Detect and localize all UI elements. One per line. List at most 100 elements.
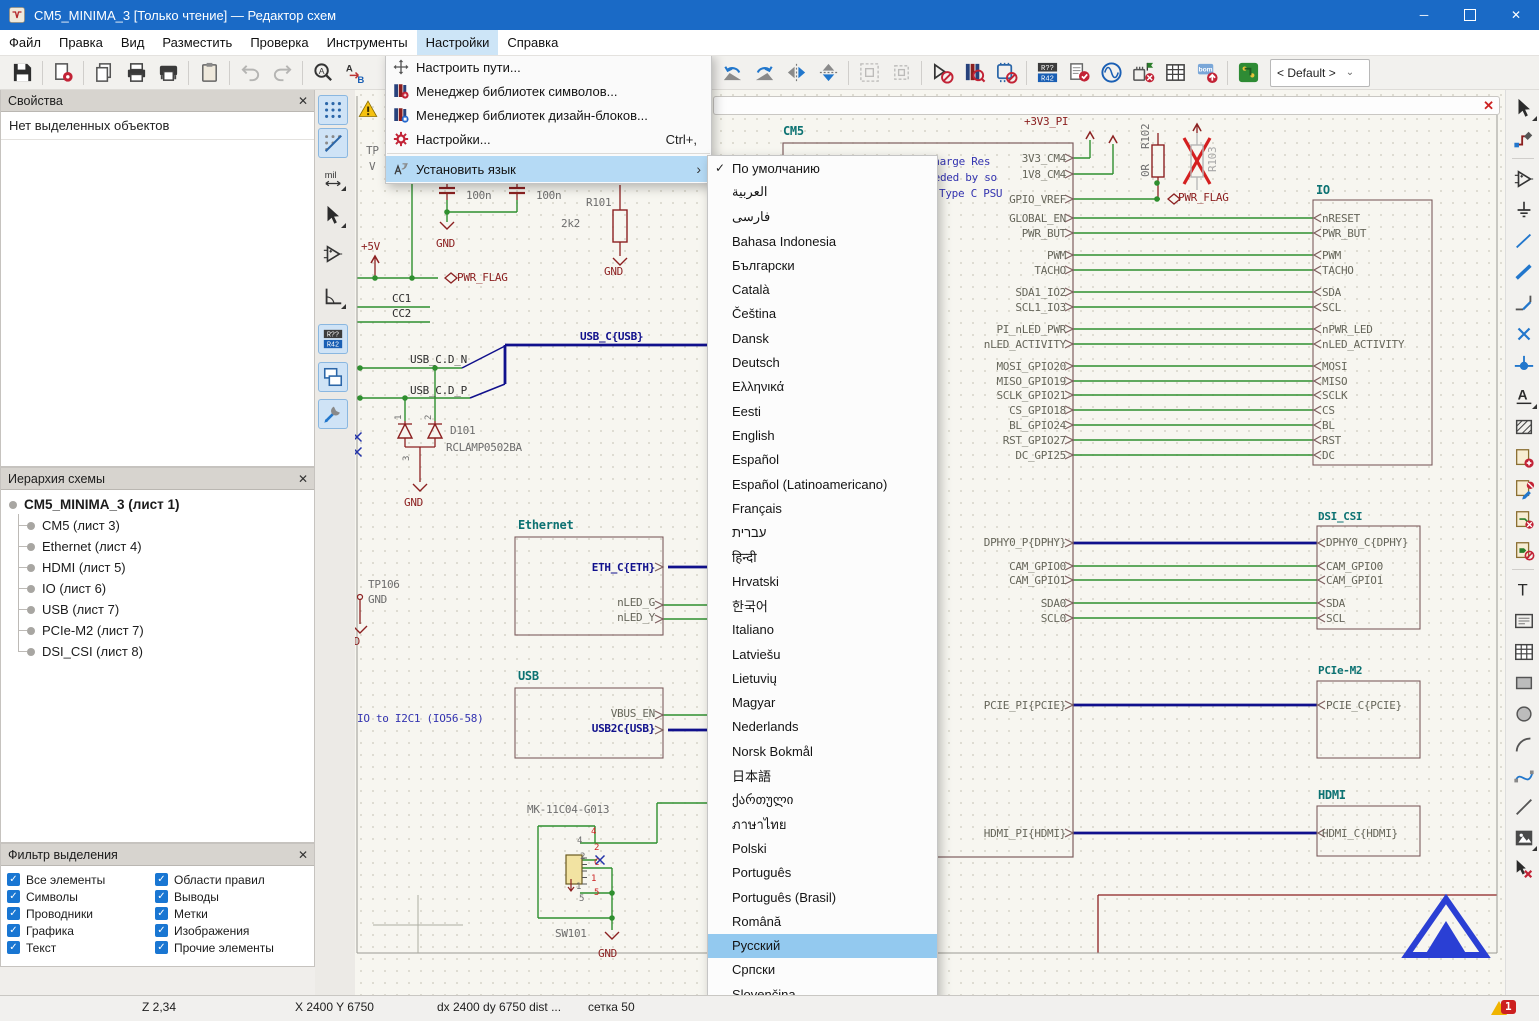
add-design-block-button[interactable]	[1509, 474, 1539, 504]
add-bus-button[interactable]	[1509, 257, 1539, 287]
checkbox[interactable]: ✓	[7, 907, 20, 920]
filter-option[interactable]: ✓Области правил	[155, 872, 314, 887]
add-textbox-button[interactable]	[1509, 606, 1539, 636]
delete-tool-button[interactable]	[1509, 854, 1539, 884]
language-option[interactable]: Dansk	[708, 326, 937, 350]
filter-option[interactable]: ✓Прочие элементы	[155, 940, 314, 955]
language-option[interactable]: Русский	[708, 934, 937, 958]
assign-footprints-button[interactable]	[1127, 58, 1159, 88]
mirror-vertical-button[interactable]	[812, 58, 844, 88]
language-option[interactable]: Português (Brasil)	[708, 885, 937, 909]
language-option[interactable]: Bahasa Indonesia	[708, 229, 937, 253]
paste-button[interactable]	[193, 58, 225, 88]
checkbox[interactable]: ✓	[7, 941, 20, 954]
filter-option[interactable]: ✓Текст	[7, 940, 155, 955]
language-option[interactable]: English	[708, 423, 937, 447]
add-rule-area-button[interactable]	[1509, 412, 1539, 442]
symbol-browser-button[interactable]	[958, 58, 990, 88]
highlight-net-button[interactable]	[1509, 125, 1539, 155]
copy-pages-button[interactable]	[88, 58, 120, 88]
filter-option[interactable]: ✓Все элементы	[7, 872, 155, 887]
undo-button[interactable]	[234, 58, 266, 88]
language-option[interactable]: Polski	[708, 836, 937, 860]
add-hierarchical-label-button[interactable]	[1509, 505, 1539, 535]
menu-item-preferences-dialog[interactable]: Настройки...Ctrl+,	[386, 127, 711, 151]
checkbox[interactable]: ✓	[155, 941, 168, 954]
add-bus-entry-button[interactable]	[1509, 288, 1539, 318]
language-option[interactable]: Norsk Bokmål	[708, 739, 937, 763]
add-power-port-button[interactable]	[1509, 195, 1539, 225]
save-button[interactable]	[6, 58, 38, 88]
design-block-editor-button[interactable]	[990, 58, 1022, 88]
units-mil-button[interactable]	[318, 163, 348, 193]
menu-file[interactable]: Файл	[0, 30, 50, 55]
rotate-ccw-button[interactable]	[716, 58, 748, 88]
language-option[interactable]: Español	[708, 448, 937, 472]
page-settings-button[interactable]	[47, 58, 79, 88]
language-option[interactable]: Lietuvių	[708, 666, 937, 690]
align-elements-button[interactable]	[853, 58, 885, 88]
draw-arc-button[interactable]	[1509, 730, 1539, 760]
open-pcb-editor-button[interactable]	[1232, 58, 1264, 88]
language-option[interactable]: Français	[708, 496, 937, 520]
filter-option[interactable]: ✓Выводы	[155, 889, 314, 904]
menu-preferences[interactable]: Настройки	[417, 30, 499, 55]
add-hierarchical-sheet-button[interactable]	[1509, 443, 1539, 473]
edit-symbol-fields-button[interactable]	[1159, 58, 1191, 88]
wire-mode-button[interactable]	[318, 281, 348, 311]
filter-option[interactable]: ✓Проводники	[7, 906, 155, 921]
language-option[interactable]: Română	[708, 909, 937, 933]
find-replace-button[interactable]	[339, 58, 371, 88]
draw-circle-button[interactable]	[1509, 699, 1539, 729]
menu-view[interactable]: Вид	[112, 30, 154, 55]
simulator-button[interactable]	[1095, 58, 1127, 88]
filter-option[interactable]: ✓Изображения	[155, 923, 314, 938]
draw-rectangle-button[interactable]	[1509, 668, 1539, 698]
mirror-horizontal-button[interactable]	[780, 58, 812, 88]
hierarchy-item[interactable]: HDMI (лист 5)	[1, 557, 314, 578]
language-option[interactable]: Català	[708, 277, 937, 301]
language-option[interactable]: Nederlands	[708, 715, 937, 739]
minimize-button[interactable]: ─	[1401, 0, 1447, 30]
checkbox[interactable]: ✓	[155, 890, 168, 903]
hierarchy-navigator-button[interactable]	[318, 362, 348, 392]
close-icon[interactable]: ✕	[292, 472, 314, 486]
filter-option[interactable]: ✓Метки	[155, 906, 314, 921]
draw-bezier-button[interactable]	[1509, 761, 1539, 791]
language-option[interactable]: فارسی	[708, 205, 937, 229]
language-option[interactable]: Italiano	[708, 618, 937, 642]
language-option[interactable]: Português	[708, 861, 937, 885]
add-wire-button[interactable]	[1509, 226, 1539, 256]
menu-item-configure-paths[interactable]: Настроить пути...	[386, 55, 711, 79]
language-option[interactable]: ქართული	[708, 788, 937, 812]
close-icon[interactable]: ✕	[292, 94, 314, 108]
print-button[interactable]	[120, 58, 152, 88]
language-option[interactable]: Magyar	[708, 691, 937, 715]
add-no-connect-button[interactable]	[1509, 319, 1539, 349]
checkbox[interactable]: ✓	[7, 924, 20, 937]
add-net-label-button[interactable]	[1509, 381, 1539, 411]
checkbox[interactable]: ✓	[155, 873, 168, 886]
toggle-grid-button[interactable]	[318, 95, 348, 125]
language-option[interactable]: ภาษาไทย	[708, 812, 937, 836]
cursor-shape-button[interactable]	[318, 200, 348, 230]
hierarchy-item[interactable]: USB (лист 7)	[1, 599, 314, 620]
rotate-cw-button[interactable]	[748, 58, 780, 88]
language-option[interactable]: Español (Latinoamericano)	[708, 472, 937, 496]
add-image-button[interactable]	[1509, 823, 1539, 853]
language-option[interactable]: ✓По умолчанию	[708, 156, 937, 180]
menu-edit[interactable]: Правка	[50, 30, 112, 55]
language-option[interactable]: हिन्दी	[708, 545, 937, 569]
plot-button[interactable]	[152, 58, 184, 88]
language-option[interactable]: עברית	[708, 520, 937, 544]
language-option[interactable]: Čeština	[708, 302, 937, 326]
add-symbol-button[interactable]	[1509, 164, 1539, 194]
language-option[interactable]: Eesti	[708, 399, 937, 423]
align-elements-2-button[interactable]	[885, 58, 917, 88]
menu-item-symbol-library-manager[interactable]: Менеджер библиотек символов...	[386, 79, 711, 103]
language-option[interactable]: 한국어	[708, 593, 937, 617]
filter-option[interactable]: ✓Символы	[7, 889, 155, 904]
hierarchy-item[interactable]: PCIe-M2 (лист 7)	[1, 620, 314, 641]
menu-inspect[interactable]: Проверка	[241, 30, 317, 55]
checkbox[interactable]: ✓	[155, 907, 168, 920]
